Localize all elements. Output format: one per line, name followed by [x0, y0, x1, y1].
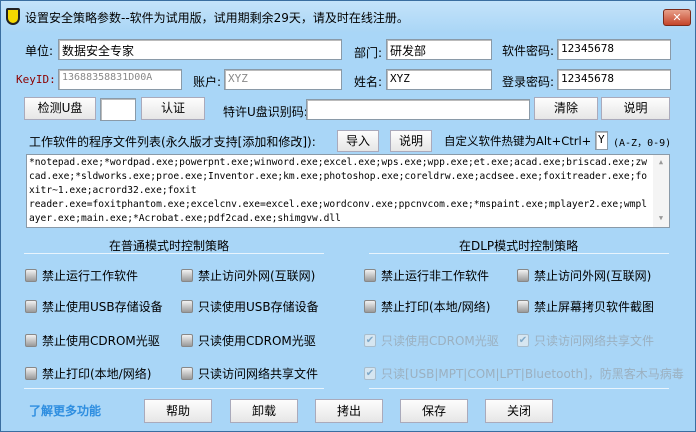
title-bar: 设置安全策略参数--软件为试用版，试用期剩余29天，请及时在线注册。 ✕: [1, 1, 695, 32]
name-input[interactable]: XYZ: [386, 69, 492, 90]
checkbox-label: 禁止打印(本地/网络): [381, 300, 491, 314]
normal-policy-checkbox[interactable]: 禁止打印(本地/网络): [25, 365, 151, 382]
hotkey-hint: (A-Z，0-9): [613, 138, 672, 149]
normal-policy-checkbox[interactable]: 禁止访问外网(互联网): [181, 267, 315, 284]
software-password-label: 软件密码:: [502, 44, 555, 58]
detect-usb-button[interactable]: 检测U盘: [24, 97, 96, 120]
explain-button[interactable]: 说明: [601, 97, 670, 120]
keyid-label: KeyID:: [16, 73, 56, 86]
checkbox-label: 只读使用CDROM光驱: [381, 334, 499, 348]
close-button[interactable]: ✕: [663, 9, 691, 26]
scroll-up-icon[interactable]: ▲: [653, 155, 669, 169]
dlp-policy-checkbox[interactable]: 禁止打印(本地/网络): [364, 298, 490, 315]
checkbox-label: 禁止屏幕拷贝软件截图: [534, 300, 655, 314]
checkbox-icon[interactable]: [181, 269, 193, 282]
checkbox-label: 只读使用USB存储设备: [198, 300, 319, 314]
dlp-policy-checkbox: ✔ 只读[USB|MPT|COM|LPT|Bluetooth]，防黑客木马病毒: [364, 365, 684, 382]
software-password-input[interactable]: 12345678: [557, 39, 671, 60]
checkbox-icon[interactable]: [364, 269, 376, 282]
normal-policy-checkbox[interactable]: 禁止使用CDROM光驱: [25, 332, 160, 349]
window-title: 设置安全策略参数--软件为试用版，试用期剩余29天，请及时在线注册。: [25, 11, 409, 25]
normal-policy-checkbox[interactable]: 禁止使用USB存储设备: [25, 298, 163, 315]
divider: [369, 253, 669, 254]
learn-more-link[interactable]: 了解更多功能: [29, 402, 101, 419]
clear-button[interactable]: 清除: [534, 97, 598, 120]
dlp-policy-checkbox[interactable]: 禁止屏幕拷贝软件截图: [517, 298, 654, 315]
dlp-mode-heading: 在DLP模式时控制策略: [459, 239, 579, 253]
dept-label: 部门:: [354, 46, 383, 60]
checkbox-icon[interactable]: [181, 300, 193, 313]
program-list-textarea[interactable]: *notepad.exe;*wordpad.exe;powerpnt.exe;w…: [26, 154, 670, 228]
scroll-down-icon[interactable]: ▼: [653, 211, 669, 225]
hotkey-input[interactable]: Y: [595, 131, 608, 150]
dlp-policy-checkbox[interactable]: 禁止访问外网(互联网): [517, 267, 651, 284]
normal-policy-checkbox[interactable]: 只读使用CDROM光驱: [181, 332, 316, 349]
usb-code-label: 特许U盘识别码:: [223, 105, 308, 119]
checkbox-icon[interactable]: [25, 269, 37, 282]
program-list-label: 工作软件的程序文件列表(永久版才支持[添加和修改]):: [29, 135, 316, 149]
checkbox-icon: ✔: [364, 334, 376, 347]
checkbox-label: 禁止运行非工作软件: [381, 269, 490, 283]
dlp-policy-checkbox: ✔ 只读访问网络共享文件: [517, 332, 654, 349]
login-password-label: 登录密码:: [502, 75, 555, 89]
normal-policy-checkbox[interactable]: 只读使用USB存储设备: [181, 298, 319, 315]
checkbox-icon[interactable]: [25, 334, 37, 347]
login-password-input[interactable]: 12345678: [557, 69, 671, 90]
checkbox-icon[interactable]: [364, 300, 376, 313]
shield-icon: [6, 8, 20, 25]
checkbox-label: 禁止使用CDROM光驱: [42, 334, 160, 348]
checkbox-icon[interactable]: [25, 367, 37, 380]
scrollbar[interactable]: ▲ ▼: [653, 155, 669, 227]
normal-policy-checkbox[interactable]: 禁止运行工作软件: [25, 267, 138, 284]
dept-input[interactable]: 研发部: [386, 39, 492, 60]
usb-code-input[interactable]: [306, 99, 530, 120]
checkbox-icon[interactable]: [517, 269, 529, 282]
checkbox-label: 禁止访问外网(互联网): [534, 269, 652, 283]
uninstall-button[interactable]: 卸载: [230, 399, 298, 423]
export-button[interactable]: 拷出: [315, 399, 383, 423]
close-dialog-button[interactable]: 关闭: [485, 399, 553, 423]
checkbox-label: 只读[USB|MPT|COM|LPT|Bluetooth]，防黑客木马病毒: [381, 367, 684, 381]
checkbox-label: 禁止访问外网(互联网): [198, 269, 316, 283]
program-list-text: *notepad.exe;*wordpad.exe;powerpnt.exe;w…: [29, 157, 648, 224]
name-label: 姓名:: [354, 75, 383, 89]
dlp-policy-checkbox[interactable]: 禁止运行非工作软件: [364, 267, 489, 284]
checkbox-label: 禁止使用USB存储设备: [42, 300, 163, 314]
normal-policy-checkbox[interactable]: 只读访问网络共享文件: [181, 365, 318, 382]
program-list-explain-button[interactable]: 说明: [390, 130, 432, 152]
unit-label: 单位:: [25, 44, 54, 58]
hotkey-label: 自定义软件热键为Alt+Ctrl+: [444, 134, 592, 148]
checkbox-icon: ✔: [517, 334, 529, 347]
keyid-input: 13688358831D00A: [58, 69, 182, 90]
checkbox-label: 禁止运行工作软件: [42, 269, 139, 283]
account-label: 账户:: [193, 75, 222, 89]
authenticate-button[interactable]: 认证: [141, 97, 205, 120]
checkbox-icon[interactable]: [181, 334, 193, 347]
usb-small-input[interactable]: [100, 98, 136, 121]
checkbox-label: 只读访问网络共享文件: [198, 367, 319, 381]
divider: [24, 253, 324, 254]
normal-mode-heading: 在普通模式时控制策略: [109, 239, 230, 253]
divider: [24, 388, 324, 389]
help-button[interactable]: 帮助: [144, 399, 212, 423]
checkbox-label: 只读使用CDROM光驱: [198, 334, 316, 348]
account-input[interactable]: XYZ: [224, 69, 342, 90]
checkbox-icon: ✔: [364, 367, 376, 380]
import-button[interactable]: 导入: [337, 130, 379, 152]
divider: [369, 388, 669, 389]
checkbox-icon[interactable]: [25, 300, 37, 313]
save-button[interactable]: 保存: [400, 399, 468, 423]
dlp-policy-checkbox: ✔ 只读使用CDROM光驱: [364, 332, 499, 349]
checkbox-icon[interactable]: [517, 300, 529, 313]
checkbox-label: 只读访问网络共享文件: [534, 334, 655, 348]
unit-input[interactable]: 数据安全专家: [58, 39, 342, 60]
policy-settings-window: 设置安全策略参数--软件为试用版，试用期剩余29天，请及时在线注册。 ✕ 单位:…: [0, 0, 696, 432]
checkbox-label: 禁止打印(本地/网络): [42, 367, 152, 381]
checkbox-icon[interactable]: [181, 367, 193, 380]
